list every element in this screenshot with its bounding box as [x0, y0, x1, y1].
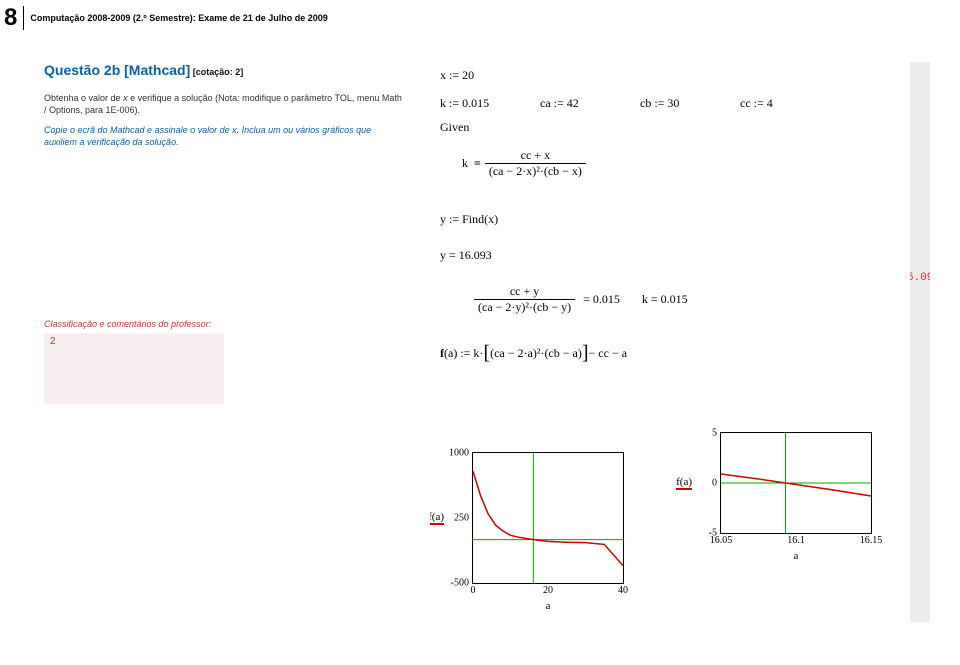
question-title: Questão 2b [Mathcad] — [44, 62, 190, 78]
question-body: Obtenha o valor de x e verifique a soluç… — [44, 92, 404, 116]
chart2-ylabel: f(a) — [676, 476, 692, 490]
mc-cb-def: cb := 30 — [640, 96, 679, 111]
mc-check-eq: = 0.015 — [583, 292, 620, 307]
tick-y: 0 — [712, 478, 717, 489]
mc-ca-def: ca := 42 — [540, 96, 579, 111]
mc-check-den: (ca − 2·y)²·(cb − y) — [474, 300, 575, 315]
chart1-ylabel: f(a) — [430, 511, 444, 525]
question-body-prefix: Obtenha o valor de — [44, 93, 123, 103]
page-number: 8 — [4, 6, 24, 30]
tick-x: 16.1 — [787, 535, 805, 546]
mc-fdef: f(a) := k· [ (ca − 2·a)²·(cb − a) ] − cc… — [440, 344, 627, 362]
mc-eq-num: cc + x — [485, 148, 586, 164]
tick-x: 40 — [618, 585, 628, 596]
chart-zoom: f(a) 16.0516.116.15-505 a — [720, 432, 872, 534]
question-instruction: Copie o ecrã do Mathcad e assinale o val… — [44, 124, 404, 148]
chart-wide: f(a) 02040-5002501000 a — [472, 452, 624, 584]
right-column: x=16.093 x := 20 k := 0.015 ca := 42 cb … — [430, 62, 946, 622]
chart1-plot — [473, 453, 623, 583]
mc-y-find: y := Find(x) — [440, 212, 498, 227]
tick-y: 1000 — [449, 448, 469, 459]
tick-y: 5 — [712, 428, 717, 439]
tick-x: 20 — [543, 585, 553, 596]
professor-label: Classificação e comentários do professor… — [44, 319, 404, 329]
question-title-line: Questão 2b [Mathcad] [cotação: 2] — [44, 62, 404, 78]
mc-eq-frac: cc + x (ca − 2·x)²·(cb − x) — [485, 148, 586, 179]
tick-y: -500 — [451, 578, 469, 589]
mc-check: cc + y (ca − 2·y)²·(cb − y) = 0.015 k = … — [474, 284, 688, 315]
header-text: Computação 2008-2009 (2.º Semestre): Exa… — [30, 13, 327, 23]
mc-eq-lhs: k — [462, 156, 468, 171]
question-weight: [cotação: 2] — [193, 67, 244, 77]
tick-y: -5 — [709, 528, 717, 539]
tick-x: 16.15 — [860, 535, 883, 546]
mc-equation: k = cc + x (ca − 2·x)²·(cb − x) — [462, 148, 586, 179]
chart1-xlabel: a — [546, 600, 551, 612]
chart2-plot — [721, 433, 871, 533]
professor-comments-empty — [44, 350, 224, 404]
mc-check-num: cc + y — [474, 284, 575, 300]
page-header: 8 Computação 2008-2009 (2.º Semestre): E… — [0, 0, 960, 34]
tick-x: 0 — [471, 585, 476, 596]
mc-fdef-tail: − cc − a — [589, 346, 628, 361]
mc-y-val: y = 16.093 — [440, 248, 492, 263]
professor-score: 2 — [44, 333, 224, 350]
mc-check-frac: cc + y (ca − 2·y)²·(cb − y) — [474, 284, 575, 315]
mc-given: Given — [440, 120, 469, 135]
left-column: Questão 2b [Mathcad] [cotação: 2] Obtenh… — [44, 62, 404, 404]
chart2-xlabel: a — [794, 550, 799, 562]
professor-box: 2 — [44, 333, 224, 404]
mc-x-guess: x := 20 — [440, 68, 474, 83]
mc-eq-den: (ca − 2·x)²·(cb − x) — [485, 164, 586, 179]
mc-cc-def: cc := 4 — [740, 96, 773, 111]
mc-fdef-inner: (ca − 2·a)²·(cb − a) — [490, 346, 582, 361]
professor-section: Classificação e comentários do professor… — [44, 319, 404, 404]
mc-k-def: k := 0.015 — [440, 96, 489, 111]
mathcad-panel: x=16.093 x := 20 k := 0.015 ca := 42 cb … — [430, 62, 930, 622]
mc-check-k: k = 0.015 — [642, 292, 688, 307]
tick-y: 250 — [454, 513, 469, 524]
mathcad-screenshot: x := 20 k := 0.015 ca := 42 cb := 30 cc … — [430, 62, 910, 622]
